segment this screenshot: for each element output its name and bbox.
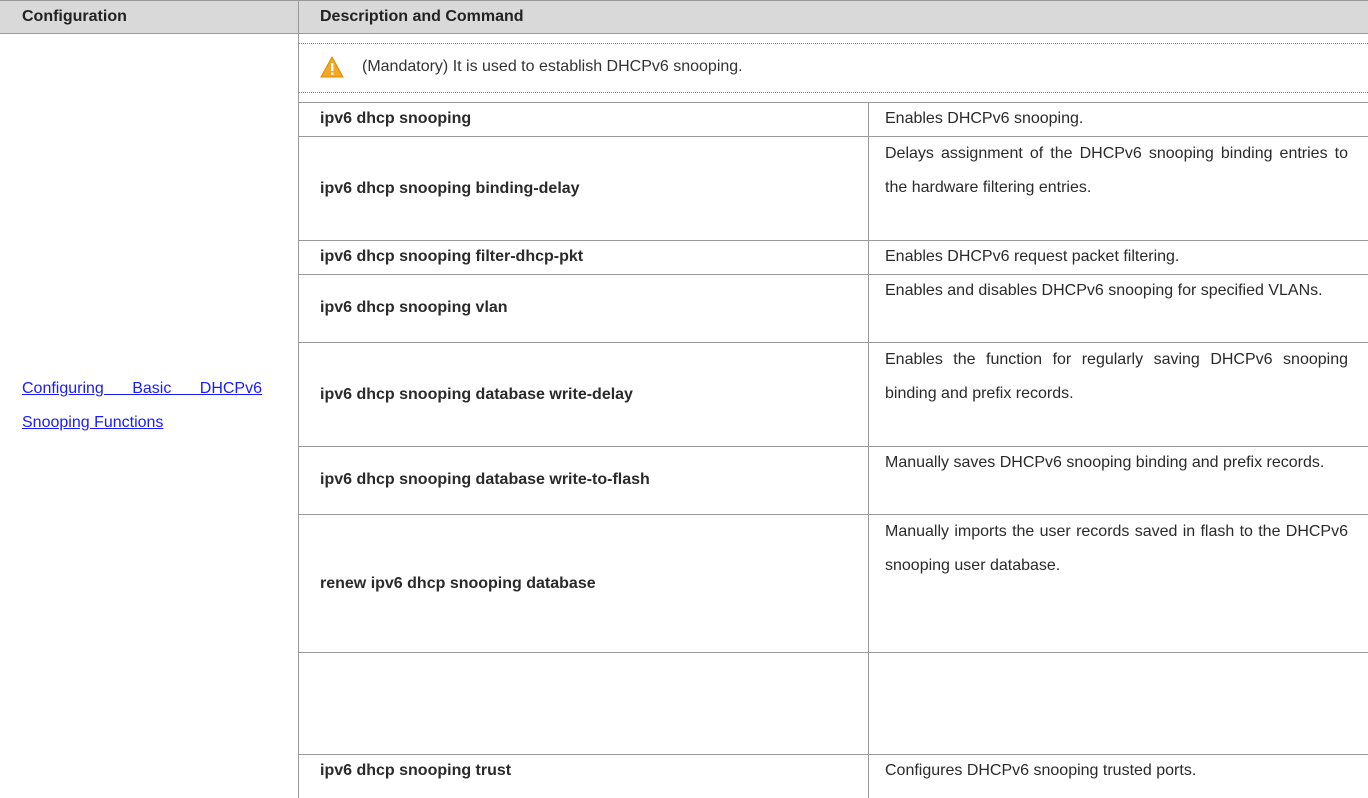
configuring-basic-dhcpv6-snooping-link[interactable]: Configuring Basic DHCPv6 Snooping Functi…: [22, 372, 262, 440]
command-database-write-delay: ipv6 dhcp snooping database write-delay: [320, 386, 633, 403]
description-row: Enables DHCPv6 request packet filtering.: [885, 248, 1180, 265]
header-description-and-command: Description and Command: [320, 8, 524, 25]
column-divider-main: [298, 34, 299, 798]
command-renew-database: renew ipv6 dhcp snooping database: [320, 575, 596, 592]
warning-triangle-icon: [320, 56, 344, 78]
row-divider: [299, 652, 1368, 653]
description-row: Manually imports the user records saved …: [885, 523, 1348, 574]
description-row: Manually saves DHCPv6 snooping binding a…: [885, 454, 1325, 471]
column-divider-commands: [868, 102, 869, 798]
command-snooping-trust: ipv6 dhcp snooping trust: [320, 762, 512, 779]
command-binding-delay: ipv6 dhcp snooping binding-delay: [320, 180, 580, 197]
description-row: Enables DHCPv6 snooping.: [885, 110, 1084, 127]
command-ipv6-dhcp-snooping: ipv6 dhcp snooping: [320, 110, 472, 127]
note-top-border: [299, 43, 1368, 44]
command-filter-dhcp-pkt: ipv6 dhcp snooping filter-dhcp-pkt: [320, 248, 584, 265]
description-row: Configures DHCPv6 snooping trusted ports…: [885, 762, 1197, 779]
note-text: (Mandatory) It is used to establish DHCP…: [362, 58, 743, 75]
config-table: Configuration Description and Command Co…: [0, 0, 1368, 798]
header-configuration: Configuration: [22, 8, 127, 25]
table-header: Configuration Description and Command: [0, 0, 1368, 34]
command-snooping-vlan: ipv6 dhcp snooping vlan: [320, 299, 508, 316]
header-divider: [298, 1, 299, 33]
description-row: Enables and disables DHCPv6 snooping for…: [885, 282, 1323, 299]
note-bottom-border: [299, 92, 1368, 93]
description-row: Enables the function for regularly savin…: [885, 351, 1348, 402]
description-row: Delays assignment of the DHCPv6 snooping…: [885, 145, 1348, 196]
command-database-write-to-flash: ipv6 dhcp snooping database write-to-fla…: [320, 471, 650, 488]
